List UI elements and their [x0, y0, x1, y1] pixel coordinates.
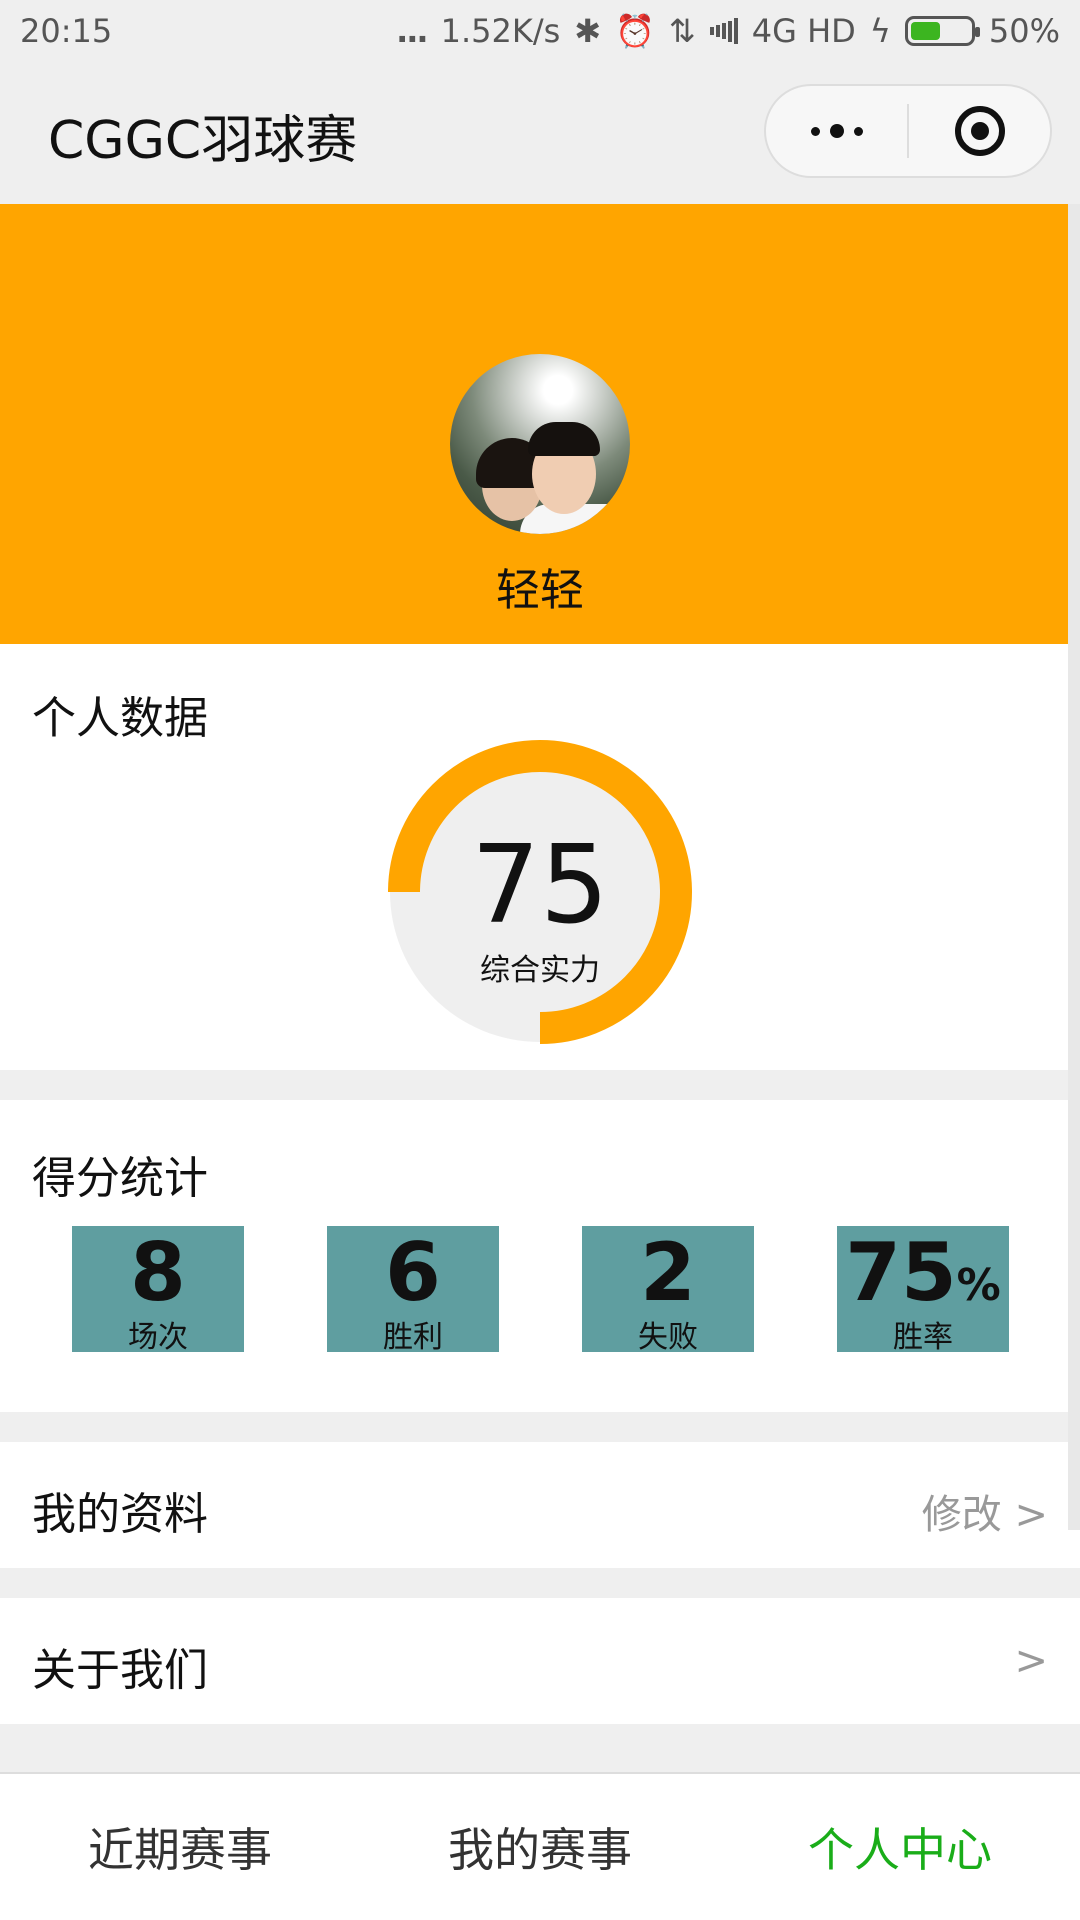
battery-percent: 50% [988, 12, 1060, 50]
tab-recent-matches[interactable]: 近期赛事 [0, 1774, 360, 1920]
bottom-tab-bar: 近期赛事 我的赛事 个人中心 [0, 1772, 1080, 1920]
close-mini-program-icon [954, 106, 1005, 156]
alarm-icon: ⏰ [615, 12, 655, 50]
user-name: 轻轻 [496, 565, 584, 616]
mini-program-capsule [764, 84, 1052, 178]
more-button[interactable] [766, 86, 907, 176]
page-title: CGGC羽球赛 [48, 111, 358, 171]
strength-label: 综合实力 [480, 953, 600, 988]
more-icon [810, 124, 863, 138]
stat-losses: 2 失败 [582, 1226, 754, 1355]
navigation-bar: CGGC羽球赛 [0, 62, 1080, 204]
notification-dots: ... [396, 12, 429, 50]
chevron-right-icon: > [1014, 1638, 1048, 1684]
stat-matches: 8 场次 [72, 1226, 244, 1355]
stat-wins: 6 胜利 [327, 1226, 499, 1355]
score-stats-card: 得分统计 8 场次 6 胜利 2 失败 75% 胜率 [0, 1100, 1080, 1412]
strength-value: 75 [471, 823, 609, 948]
profile-banner: 轻轻 [0, 204, 1080, 644]
personal-data-title: 个人数据 [32, 693, 208, 744]
status-indicators: ... 1.52K/s ✱ ⏰ ⇅ 4G HD ϟ 50% [396, 12, 1060, 50]
tab-personal-center[interactable]: 个人中心 [720, 1774, 1080, 1920]
battery-fill [910, 22, 940, 40]
stat-label: 胜利 [383, 1320, 443, 1355]
signal-icon [709, 18, 738, 44]
stat-label: 失败 [638, 1320, 698, 1355]
strength-ring: 75 综合实力 [388, 740, 692, 1044]
battery-icon [904, 16, 980, 46]
about-us-label: 关于我们 [32, 1645, 208, 1696]
scrollbar[interactable] [1068, 204, 1080, 1530]
charging-icon: ϟ [869, 12, 891, 50]
my-profile-label: 我的资料 [32, 1489, 208, 1540]
stat-win-rate: 75% 胜率 [837, 1226, 1009, 1355]
bluetooth-icon: ✱ [574, 12, 602, 50]
win-rate-number: 75 [845, 1226, 957, 1319]
stat-value: 2 [640, 1226, 696, 1319]
avatar[interactable] [450, 354, 630, 534]
stat-label: 胜率 [893, 1320, 953, 1355]
score-stats-title: 得分统计 [32, 1153, 208, 1204]
personal-data-card: 个人数据 75 综合实力 [0, 644, 1080, 1070]
my-profile-row[interactable]: 我的资料 修改 > [0, 1442, 1080, 1568]
tab-my-matches[interactable]: 我的赛事 [360, 1774, 720, 1920]
network-speed: 1.52K/s [440, 12, 561, 50]
status-time: 20:15 [20, 12, 113, 50]
stat-value: 6 [385, 1226, 441, 1319]
network-type: 4G HD [751, 12, 856, 50]
win-rate-unit: % [956, 1260, 1001, 1311]
about-us-row[interactable]: 关于我们 > [0, 1598, 1080, 1724]
status-bar: 20:15 ... 1.52K/s ✱ ⏰ ⇅ 4G HD ϟ 50% [0, 0, 1080, 62]
data-arrows-icon: ⇅ [668, 12, 696, 50]
stat-value: 8 [130, 1226, 186, 1319]
stat-label: 场次 [128, 1320, 188, 1355]
ring-center: 75 综合实力 [388, 740, 692, 1044]
close-mini-program-button[interactable] [909, 86, 1050, 176]
edit-profile-link[interactable]: 修改 > [922, 1482, 1048, 1540]
